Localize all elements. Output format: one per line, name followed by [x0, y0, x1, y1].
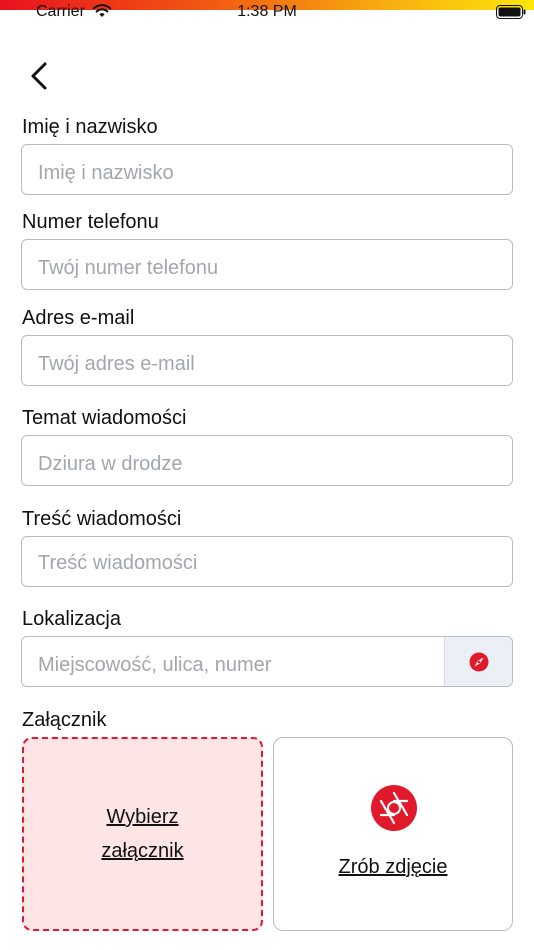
back-button[interactable]: [22, 58, 58, 94]
location-input[interactable]: [22, 637, 446, 686]
take-photo-label: Zrób zdjęcie: [338, 856, 448, 878]
email-input[interactable]: [22, 336, 512, 385]
message-label: Treść wiadomości: [22, 508, 182, 530]
name-label: Imię i nazwisko: [22, 116, 158, 138]
compass-icon: [469, 652, 488, 671]
location-label: Lokalizacja: [22, 608, 121, 630]
camera-shutter-icon: [371, 785, 417, 831]
name-field-box: [21, 144, 513, 195]
message-field-box: [21, 536, 513, 587]
subject-field-box: [21, 435, 513, 486]
message-input[interactable]: [22, 537, 512, 586]
chevron-left-icon: [31, 62, 47, 90]
locate-button[interactable]: [444, 637, 512, 686]
name-input[interactable]: [22, 145, 512, 194]
phone-field-box: [21, 239, 513, 290]
email-field-box: [21, 335, 513, 386]
choose-attachment-label: Wybierz załącznik: [101, 806, 184, 862]
subject-input[interactable]: [22, 436, 512, 485]
phone-label: Numer telefonu: [22, 211, 159, 233]
email-label: Adres e-mail: [22, 307, 135, 329]
take-photo-button[interactable]: Zrób zdjęcie: [273, 737, 513, 931]
location-field-box: [21, 636, 513, 687]
status-bar: Carrier 1:38 PM: [0, 0, 534, 24]
status-time: 1:38 PM: [237, 3, 297, 20]
phone-input[interactable]: [22, 240, 512, 289]
battery-icon: [496, 5, 526, 19]
choose-attachment-button[interactable]: Wybierz załącznik: [22, 737, 263, 931]
subject-label: Temat wiadomości: [22, 407, 187, 429]
attachment-label: Załącznik: [22, 709, 107, 731]
